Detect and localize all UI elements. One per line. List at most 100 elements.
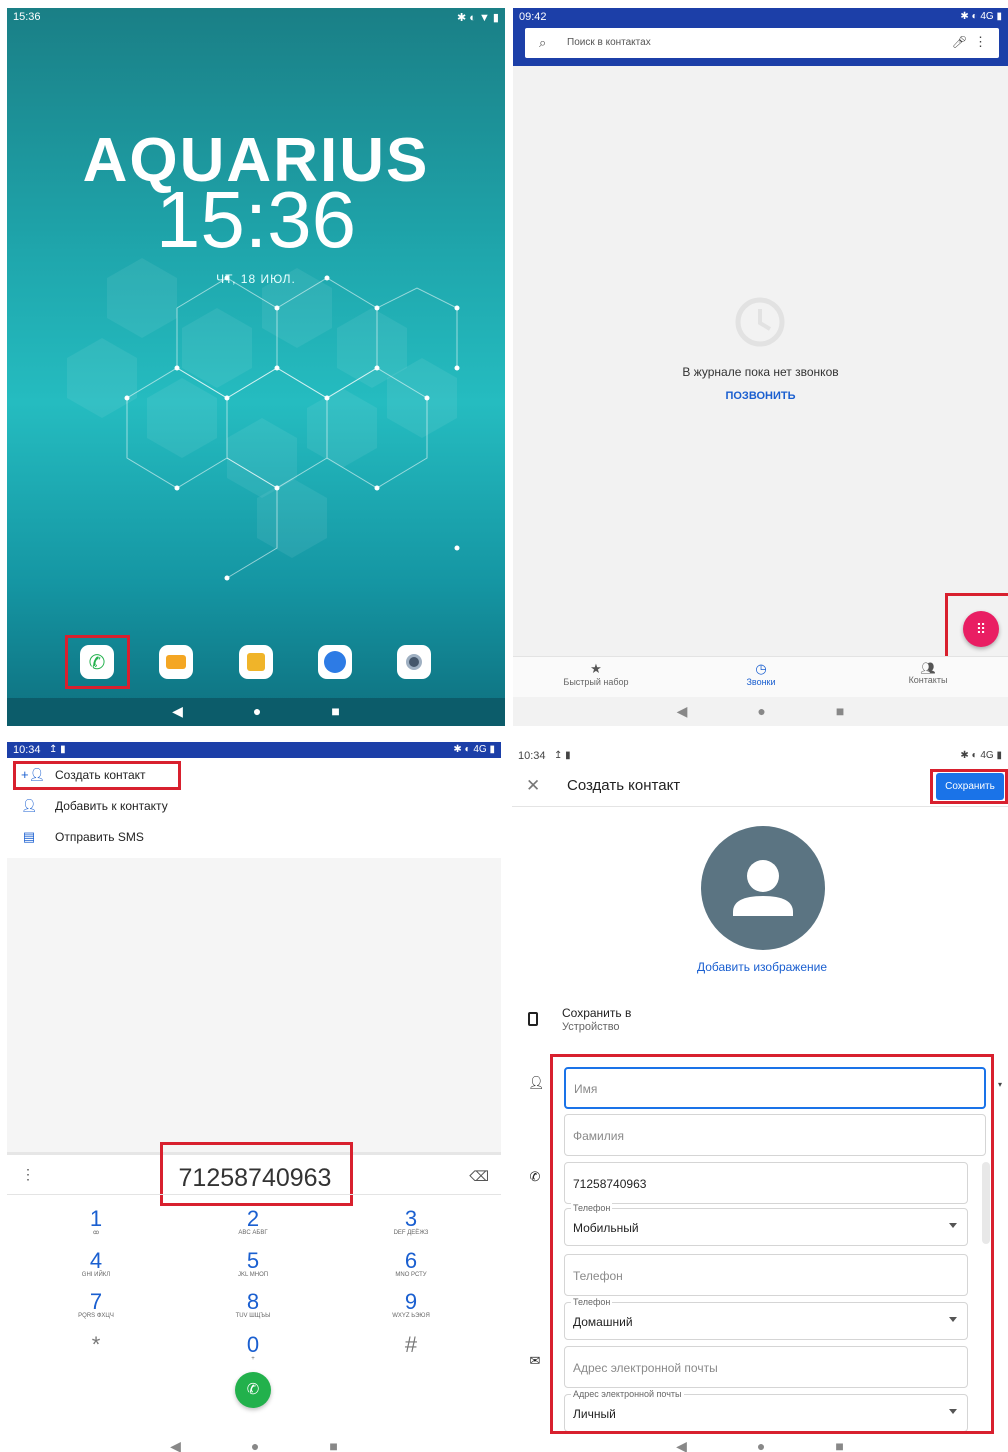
messages-app-icon[interactable] [159,645,193,679]
back-icon[interactable]: ◀ [677,704,688,718]
page-title: Создать контакт [567,777,681,794]
status-time: 09:42 [519,11,547,23]
bottom-tabs: ★ Быстрый набор ◷ Звонки 👥︎ Контакты [513,656,1008,697]
phone-icon: ✆ [246,1381,260,1398]
call-link[interactable]: ПОЗВОНИТЬ [513,390,1008,402]
search-icon: ⌕ [539,35,547,50]
search-placeholder: Поиск в контактах [567,37,651,48]
store-icon [247,653,265,671]
key-letters: ABC АБВГ [238,1230,268,1236]
tab-label: Контакты [908,675,948,685]
lock-date: ЧТ, 18 ИЮЛ. [216,272,296,286]
recents-icon[interactable]: ■ [836,704,844,718]
dial-key[interactable]: 5 JKL МНОП [223,1248,283,1279]
dialer-screen: 10:34 ↥ ▮ ✱ ◐ 4G ▮ +👤︎ Создать контакт 👤… [7,742,501,1452]
key-letters: DEF ДЕЁЖЗ [393,1230,429,1236]
person-icon: 👤︎ [528,1075,545,1090]
create-contact-highlight [13,761,181,790]
tab-contacts[interactable]: 👥︎ Контакты [883,661,973,685]
dial-key[interactable]: 1ꝏ [66,1206,126,1237]
status-bar: 10:34 ↥ ▮ ✱ ◐ 4G ▮ [7,742,501,758]
status-icons: ✱ ◐ 4G ▮ [960,11,1002,22]
save-highlight [930,769,1008,804]
back-icon[interactable]: ◀ [170,1439,181,1452]
browser-app-icon[interactable] [318,645,352,679]
home-icon[interactable]: ● [757,704,765,718]
key-digit: * [91,1332,101,1357]
key-letters: + [251,1356,255,1362]
store-app-icon[interactable] [239,645,273,679]
dial-key[interactable]: 9 WXYZ ЬЭЮЯ [381,1289,441,1320]
home-icon[interactable]: ● [757,1439,765,1452]
mic-icon[interactable]: 🎤︎ [952,35,967,49]
save-to-label: Сохранить в [562,1006,632,1020]
expand-icon[interactable]: ▾ [998,1080,1002,1089]
avatar[interactable] [701,826,825,950]
back-icon[interactable]: ◀ [676,1439,687,1452]
person-icon [733,860,793,916]
more-icon[interactable]: ⋮ [974,34,987,50]
dial-key[interactable]: 8 TUV ШЩЪЫ [223,1289,283,1320]
star-icon: ★ [590,661,602,676]
backspace-icon[interactable]: ⌫ [469,1168,489,1185]
back-icon[interactable]: ◀ [172,704,183,718]
status-icons: ✱ ◐ 4G ▮ [960,750,1002,761]
status-icons: ✱ ◐ 4G ▮ [453,744,495,755]
dial-key[interactable]: 0 + [223,1334,283,1363]
home-icon[interactable]: ● [251,1439,259,1452]
dial-key[interactable]: # [381,1334,441,1356]
phone-icon: ✆ [529,1169,541,1184]
dial-key[interactable]: 6 MNO РСТУ [381,1250,441,1279]
tab-calls[interactable]: ◷ Звонки [716,661,806,687]
recents-icon[interactable]: ■ [331,704,339,718]
browser-icon [324,651,346,673]
phone-highlight [65,635,130,689]
dial-key[interactable]: 7 PQRS ФХЦЧ [66,1291,126,1320]
email-icon: ✉ [529,1353,541,1368]
home-screen: 15:36 ✱ ◐ ▼ ▮ AQUARIUS 15:36 ЧТ, 18 ИЮЛ. [7,8,505,726]
key-digit: 9 [404,1289,418,1314]
fields-highlight [550,1054,994,1434]
dial-key[interactable]: 4 GHI ИЙКЛ [66,1250,126,1279]
device-icon [528,1012,538,1026]
search-bar[interactable]: ⌕ Поиск в контактах 🎤︎ ⋮ [525,28,999,58]
recents-icon[interactable]: ■ [835,1439,843,1452]
key-letters: TUV ШЩЪЫ [235,1313,271,1319]
key-digit: 8 [246,1289,260,1314]
fab-highlight [945,593,1008,659]
menu-label: Отправить SMS [55,830,144,844]
menu-send-sms[interactable]: ▤ Отправить SMS [7,822,501,852]
person-icon: 👤︎ [21,798,38,813]
lock-clock: 15:36 [155,175,357,264]
message-icon: ▤ [22,829,36,844]
key-digit: # [404,1332,418,1357]
add-image-link[interactable]: Добавить изображение [512,960,1008,974]
messages-icon [166,655,186,669]
create-contact-screen: 10:34 ↥ ▮ ✱ ◐ 4G ▮ ✕ Создать контакт Сох… [512,742,1008,1452]
upload-icon: ↥ ▮ [49,744,66,755]
dial-key[interactable]: 3 DEF ДЕЁЖЗ [381,1208,441,1237]
clock-icon: ◷ [755,661,767,676]
menu-add-to-contact[interactable]: 👤︎ Добавить к контакту [7,791,501,821]
key-letters: MNO РСТУ [395,1272,427,1278]
home-icon[interactable]: ● [253,704,261,718]
key-letters: JKL МНОП [237,1272,269,1278]
dial-key[interactable]: * [66,1334,126,1356]
tab-speed-dial[interactable]: ★ Быстрый набор [551,661,641,687]
key-digit: 5 [246,1248,260,1273]
recents-icon[interactable]: ■ [329,1439,337,1452]
nav-bar: ◀ ● ■ [7,1439,501,1452]
call-button[interactable]: ✆ [235,1372,271,1408]
more-icon[interactable]: ⋮ [21,1166,35,1183]
dial-key[interactable]: 2 ABC АБВГ [223,1206,283,1237]
camera-app-icon[interactable] [397,645,431,679]
key-letters: WXYZ ЬЭЮЯ [392,1313,430,1319]
save-to-value[interactable]: Устройство [562,1021,620,1033]
key-digit: 1 [89,1206,103,1231]
close-icon[interactable]: ✕ [526,776,540,796]
key-digit: 2 [246,1206,260,1231]
key-letters: GHI ИЙКЛ [81,1272,111,1278]
key-letters: ꝏ [92,1230,100,1236]
camera-icon [406,654,422,670]
status-time: 10:34 [518,750,546,762]
